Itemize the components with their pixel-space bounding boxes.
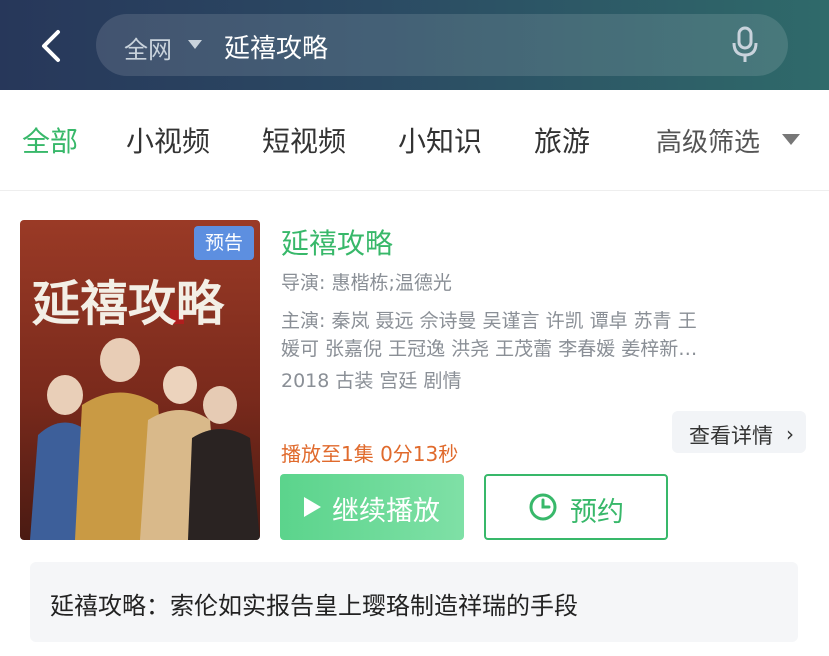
episode-title: 延禧攻略：索伦如实报告皇上璎珞制造祥瑞的手段 — [50, 592, 578, 620]
microphone-icon[interactable] — [730, 26, 760, 64]
play-icon — [304, 497, 321, 517]
cast-line-2: 媛可 张嘉倪 王冠逸 洪尧 王茂蕾 李春媛 姜梓新… — [281, 338, 698, 360]
tab-tips[interactable]: 小知识 — [398, 120, 482, 160]
search-scope-selector[interactable]: 全网 — [124, 30, 172, 65]
preview-badge: 预告 — [194, 226, 254, 260]
back-arrow-icon[interactable] — [34, 26, 70, 66]
reserve-button[interactable]: 预约 — [484, 474, 668, 540]
scope-caret-icon[interactable] — [188, 40, 202, 49]
genre-tags: 2018 古装 宫廷 剧情 — [281, 370, 462, 392]
playback-progress: 播放至1集 0分13秒 — [281, 442, 459, 466]
poster-image[interactable]: 延禧攻略 — [20, 220, 260, 540]
director-line: 导演: 惠楷栋;温德光 — [281, 272, 452, 294]
tab-travel[interactable]: 旅游 — [534, 120, 590, 160]
continue-play-button[interactable]: 继续播放 — [280, 474, 464, 540]
continue-play-label: 继续播放 — [332, 496, 440, 527]
tab-all[interactable]: 全部 — [22, 120, 78, 160]
cast-line-1: 主演: 秦岚 聂远 佘诗曼 吴谨言 许凯 谭卓 苏青 王 — [281, 310, 697, 332]
view-details-label: 查看详情 — [689, 424, 773, 448]
tab-mini-video[interactable]: 小视频 — [126, 120, 210, 160]
result-title[interactable]: 延禧攻略 — [281, 222, 393, 262]
reserve-label: 预约 — [570, 497, 624, 528]
advanced-filter-button[interactable]: 高级筛选 — [656, 122, 760, 159]
poster-title-art: 延禧攻略 — [32, 276, 225, 332]
clock-icon — [529, 493, 557, 521]
tab-short-video[interactable]: 短视频 — [262, 120, 346, 160]
search-input[interactable]: 延禧攻略 — [224, 28, 328, 65]
view-details-button[interactable]: 查看详情 › — [672, 411, 806, 453]
filter-caret-icon[interactable] — [782, 134, 800, 145]
chevron-right-icon: › — [786, 422, 794, 446]
episode-item[interactable]: 延禧攻略：索伦如实报告皇上璎珞制造祥瑞的手段 — [30, 562, 798, 642]
